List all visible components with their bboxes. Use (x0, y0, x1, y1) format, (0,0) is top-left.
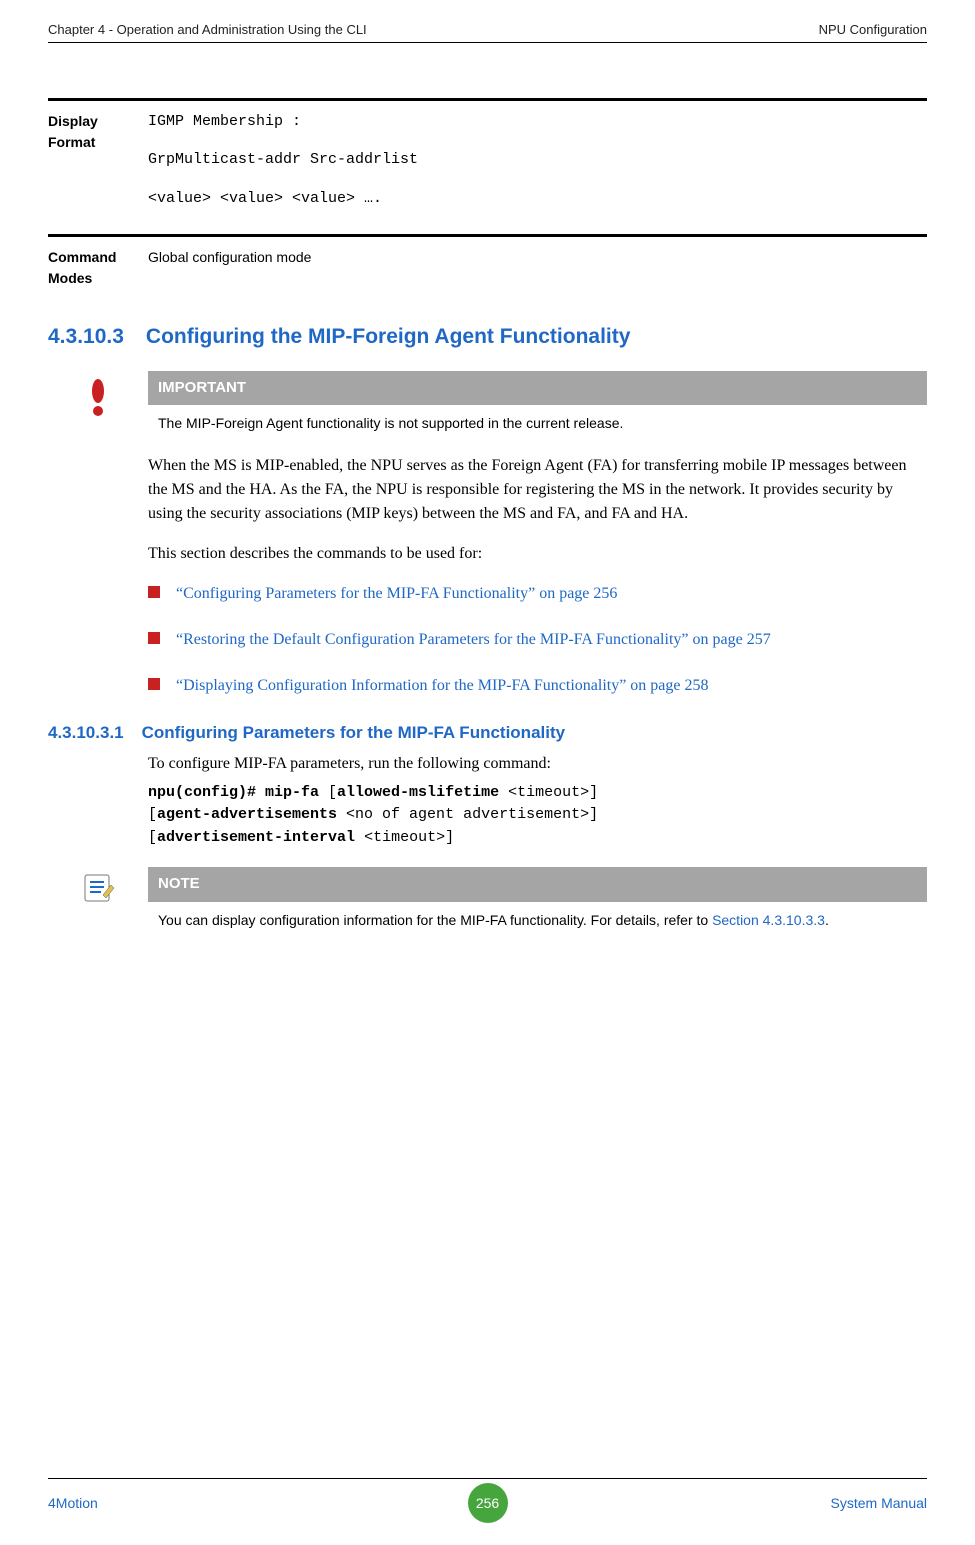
paragraph-3: To configure MIP-FA parameters, run the … (148, 752, 927, 776)
bullet-item-2: “Restoring the Default Configuration Par… (148, 628, 927, 652)
display-format-block: Display Format IGMP Membership : GrpMult… (48, 98, 927, 290)
cmd-seg: <timeout>] (364, 829, 454, 846)
footer-inner: 4Motion 256 System Manual (48, 1483, 927, 1523)
important-content: IMPORTANT The MIP-Foreign Agent function… (148, 371, 927, 437)
note-body-suffix: . (825, 912, 829, 928)
important-heading: IMPORTANT (148, 371, 927, 406)
footer-right: System Manual (727, 1493, 927, 1514)
command-modes-value: Global configuration mode (148, 247, 927, 289)
header-left: Chapter 4 - Operation and Administration… (48, 20, 367, 40)
table-row: Command Modes Global configuration mode (48, 247, 927, 289)
command-syntax: npu(config)# mip-fa [allowed-mslifetime … (148, 782, 927, 850)
section-title: Configuring the MIP-Foreign Agent Functi… (146, 321, 631, 353)
display-format-line1: IGMP Membership : (148, 111, 927, 134)
table-row: Display Format IGMP Membership : GrpMult… (48, 111, 927, 227)
display-format-label: Display Format (48, 111, 148, 227)
command-modes-label: Command Modes (48, 247, 148, 289)
bullet-square-icon (148, 632, 160, 644)
bullet-link-1[interactable]: “Configuring Parameters for the MIP-FA F… (176, 582, 617, 606)
page-number: 256 (468, 1483, 508, 1523)
cmd-seg: <timeout>] (508, 784, 598, 801)
bullet-square-icon (148, 586, 160, 598)
cmd-seg: <no of agent advertisement>] (346, 806, 598, 823)
bullet-square-icon (148, 678, 160, 690)
bullet-link-2[interactable]: “Restoring the Default Configuration Par… (176, 628, 771, 652)
display-format-line3: <value> <value> <value> …. (148, 188, 927, 211)
display-format-line2: GrpMulticast-addr Src-addrlist (148, 149, 927, 172)
section-4-3-10-3-heading: 4.3.10.3 Configuring the MIP-Foreign Age… (48, 321, 927, 353)
note-icon-cell (48, 867, 148, 933)
subsection-title: Configuring Parameters for the MIP-FA Fu… (142, 720, 565, 746)
subsection-number: 4.3.10.3.1 (48, 720, 124, 746)
important-body: The MIP-Foreign Agent functionality is n… (148, 405, 927, 436)
cmd-seg: allowed-mslifetime (337, 784, 508, 801)
note-icon (81, 871, 115, 905)
cmd-seg: advertisement-interval (157, 829, 364, 846)
note-link[interactable]: Section 4.3.10.3.3 (712, 912, 825, 928)
footer-rule (48, 1478, 927, 1479)
section-4-3-10-3-1-heading: 4.3.10.3.1 Configuring Parameters for th… (48, 720, 927, 746)
important-icon (85, 379, 111, 419)
note-box: NOTE You can display configuration infor… (48, 867, 927, 933)
footer-left: 4Motion (48, 1493, 248, 1514)
important-box: IMPORTANT The MIP-Foreign Agent function… (48, 371, 927, 437)
bullet-link-3[interactable]: “Displaying Configuration Information fo… (176, 674, 709, 698)
cmd-seg: [ (328, 784, 337, 801)
bullet-item-1: “Configuring Parameters for the MIP-FA F… (148, 582, 927, 606)
important-icon-cell (48, 371, 148, 437)
cmd-seg: agent-advertisements (157, 806, 346, 823)
page: Chapter 4 - Operation and Administration… (0, 0, 975, 1545)
cmd-seg: npu(config)# mip-fa (148, 784, 328, 801)
page-number-badge: 256 (468, 1483, 508, 1523)
note-content: NOTE You can display configuration infor… (148, 867, 927, 933)
note-heading: NOTE (148, 867, 927, 902)
table-rule-top (48, 98, 927, 101)
note-body: You can display configuration informatio… (148, 902, 927, 933)
section-number: 4.3.10.3 (48, 321, 124, 353)
cmd-seg: [ (148, 829, 157, 846)
header-rule (48, 42, 927, 43)
page-header: Chapter 4 - Operation and Administration… (48, 0, 927, 40)
display-format-content: IGMP Membership : GrpMulticast-addr Src-… (148, 111, 927, 227)
cmd-seg: [ (148, 806, 157, 823)
paragraph-1: When the MS is MIP-enabled, the NPU serv… (148, 454, 927, 526)
page-footer: 4Motion 256 System Manual (48, 1478, 927, 1523)
note-body-prefix: You can display configuration informatio… (158, 912, 712, 928)
bullet-item-3: “Displaying Configuration Information fo… (148, 674, 927, 698)
paragraph-2: This section describes the commands to b… (148, 542, 927, 566)
table-rule-bottom (48, 234, 927, 237)
header-right: NPU Configuration (819, 20, 927, 40)
